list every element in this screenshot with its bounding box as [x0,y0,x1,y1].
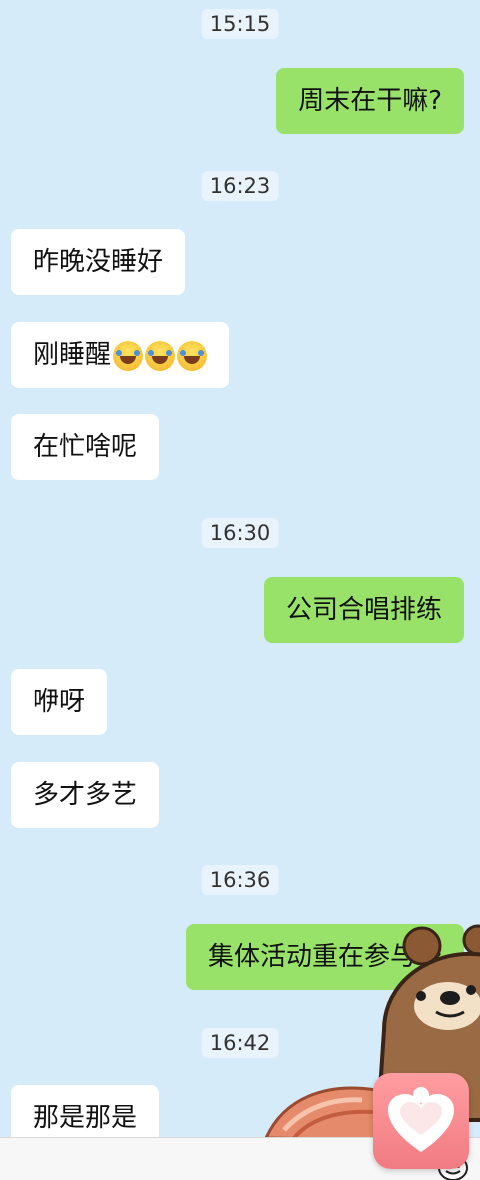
laughing-crying-face-icon [177,340,208,371]
heart-floating-button[interactable] [373,1073,469,1169]
timestamp: 16:36 [201,865,279,895]
timestamp: 16:42 [201,1028,279,1058]
laughing-crying-face-icon [113,340,144,371]
heart-person-icon [388,1087,454,1152]
message-bubble-sent[interactable]: 周末在干嘛? [276,68,464,134]
message-bubble-received[interactable]: 咿呀 [11,669,108,735]
message-bubble-received[interactable]: 多才多艺 [11,762,160,828]
message-bubble-received[interactable]: 在忙啥呢 [11,414,160,480]
message-bubble-received[interactable]: 刚睡醒 [11,322,230,388]
message-bubble-received[interactable]: 昨晚没睡好 [11,229,186,295]
message-text: 刚睡醒 [33,340,112,370]
food-sticker [264,1086,384,1140]
timestamp: 16:23 [201,171,279,201]
laughing-crying-face-icon [145,340,176,371]
timestamp: 16:30 [201,518,279,548]
message-bubble-sent[interactable]: 公司合唱排练 [263,577,464,643]
timestamp: 15:15 [201,9,279,39]
